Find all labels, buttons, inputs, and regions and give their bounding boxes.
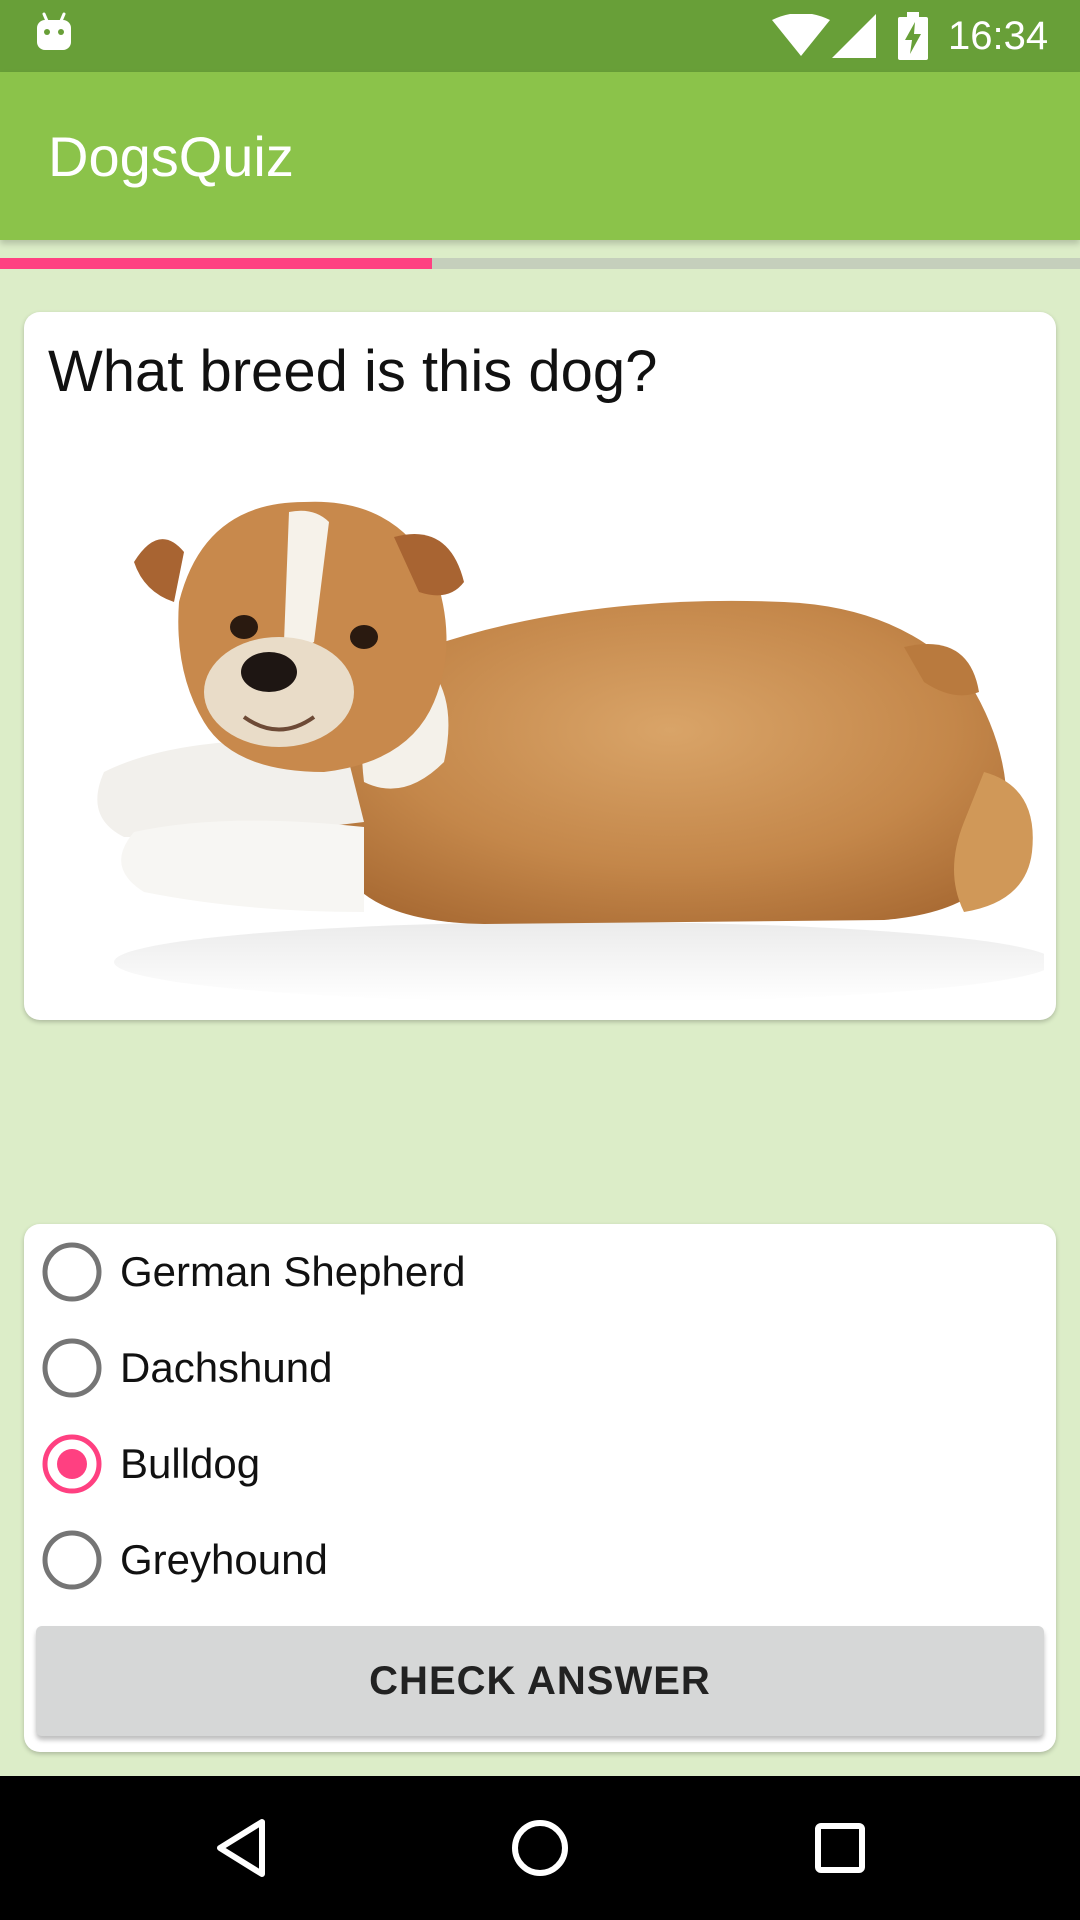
- quiz-progress-fill: [0, 258, 432, 269]
- answer-label: Dachshund: [120, 1344, 333, 1391]
- radio-unchecked-icon[interactable]: [42, 1338, 102, 1398]
- check-answer-button[interactable]: CHECK ANSWER: [36, 1626, 1044, 1736]
- answer-option[interactable]: Dachshund: [24, 1320, 1056, 1416]
- battery-charging-icon: [898, 12, 928, 60]
- answer-label: Greyhound: [120, 1536, 328, 1583]
- question-card: What breed is this dog?: [24, 312, 1056, 1020]
- home-icon[interactable]: [504, 1812, 576, 1884]
- quiz-progress-bar: [0, 258, 1080, 269]
- answer-option[interactable]: Bulldog: [24, 1416, 1056, 1512]
- radio-checked-icon[interactable]: [42, 1434, 102, 1494]
- radio-unchecked-icon[interactable]: [42, 1530, 102, 1590]
- answer-label: German Shepherd: [120, 1248, 466, 1295]
- recents-icon[interactable]: [804, 1812, 876, 1884]
- bulldog-puppy-photo: [97, 501, 1044, 1002]
- answer-option[interactable]: Greyhound: [24, 1512, 1056, 1608]
- answers-card: German Shepherd Dachshund Bulldog Greyho…: [24, 1224, 1056, 1752]
- radio-unchecked-icon[interactable]: [42, 1242, 102, 1302]
- answer-label: Bulldog: [120, 1440, 261, 1487]
- signal-icon: [832, 14, 876, 58]
- status-bar: 16:34: [0, 0, 1080, 72]
- android-debug-icon: [37, 12, 71, 50]
- answer-option[interactable]: German Shepherd: [24, 1224, 1056, 1320]
- app-bar: DogsQuiz: [0, 72, 1080, 240]
- wifi-icon: [772, 14, 830, 56]
- question-text: What breed is this dog?: [48, 339, 658, 404]
- status-clock: 16:34: [948, 14, 1049, 58]
- system-nav-bar: [0, 1776, 1080, 1920]
- app-title: DogsQuiz: [48, 125, 294, 188]
- back-icon[interactable]: [206, 1812, 278, 1884]
